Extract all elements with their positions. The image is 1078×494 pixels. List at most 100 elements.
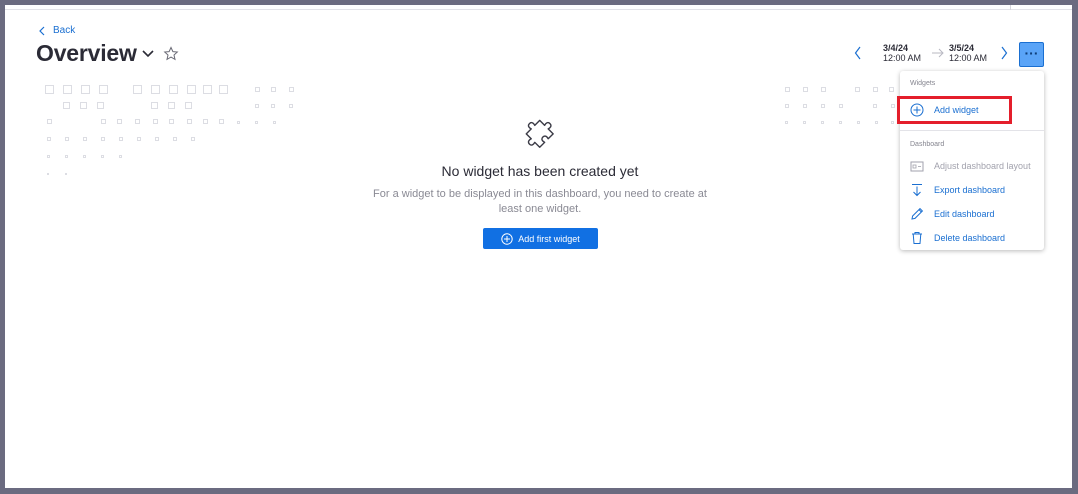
edit-label: Edit dashboard (934, 209, 995, 219)
decorative-square (187, 119, 192, 124)
decorative-square (785, 121, 788, 124)
decorative-square (255, 121, 258, 124)
timeframe-prev-button[interactable] (851, 45, 865, 61)
decorative-square (97, 102, 104, 109)
add-widget-label: Add widget (934, 105, 979, 115)
decorative-square (119, 155, 122, 158)
decorative-square (99, 85, 108, 94)
layout-icon (910, 161, 924, 172)
title-row: Overview (36, 40, 179, 67)
decorative-square (169, 119, 174, 124)
decorative-square (191, 137, 195, 141)
trash-icon (912, 232, 922, 244)
decorative-square (47, 137, 51, 141)
decorative-square (65, 155, 68, 158)
delete-label: Delete dashboard (934, 233, 1006, 243)
decorative-square (873, 104, 877, 108)
decorative-square (173, 137, 177, 141)
decorative-square (153, 119, 158, 124)
top-divider (5, 9, 1072, 10)
empty-state-title: No widget has been created yet (441, 163, 639, 179)
timeframe-to[interactable]: 3/5/24 12:00 AM (949, 43, 991, 63)
decorative-square (785, 104, 789, 108)
decorative-square (65, 173, 67, 175)
menu-item-edit[interactable]: Edit dashboard (910, 205, 1036, 223)
decorative-square (803, 87, 808, 92)
decorative-square (271, 87, 276, 92)
adjust-layout-label: Adjust dashboard layout (934, 161, 1031, 171)
dashboard-actions-menu: Widgets Add widget Dashboard Adjust dash… (897, 71, 1044, 250)
to-time: 12:00 AM (949, 53, 988, 63)
decorative-square (151, 102, 158, 109)
puzzle-icon (525, 119, 554, 148)
decorative-square (81, 85, 90, 94)
back-label: Back (53, 25, 76, 36)
arrow-right-icon (932, 48, 944, 58)
decorative-square (889, 87, 894, 92)
decorative-square (135, 119, 140, 124)
chevron-left-icon (39, 26, 45, 35)
add-first-widget-label: Add first widget (518, 233, 580, 244)
chevron-left-icon (854, 46, 861, 60)
decorative-square (101, 155, 104, 158)
pencil-icon (911, 207, 924, 220)
decorative-square (255, 104, 259, 108)
top-divider-tick (1010, 5, 1011, 10)
more-icon: ··· (1024, 44, 1039, 61)
decorative-square (45, 85, 54, 94)
menu-item-export[interactable]: Export dashboard (910, 181, 1036, 199)
decorative-square (219, 119, 224, 124)
page-title: Overview (36, 40, 137, 66)
decorative-square (785, 87, 790, 92)
decorative-square (891, 121, 894, 124)
star-icon[interactable] (163, 45, 179, 62)
decorative-square (63, 85, 72, 94)
decorative-square (803, 104, 807, 108)
back-link[interactable]: Back (38, 25, 75, 36)
decorative-square (63, 102, 70, 109)
decorative-square (155, 137, 159, 141)
menu-item-add-widget[interactable]: Add widget (910, 101, 1036, 119)
to-date: 3/5/24 (949, 43, 975, 53)
chevron-right-icon (1001, 46, 1008, 60)
decorative-square (203, 119, 208, 124)
timeframe-from[interactable]: 3/4/24 12:00 AM (883, 43, 925, 63)
decorative-square (169, 85, 178, 94)
decorative-square (271, 104, 275, 108)
decorative-square (289, 104, 293, 108)
menu-item-adjust-layout: Adjust dashboard layout (910, 157, 1036, 175)
menu-divider (900, 130, 1044, 131)
decorative-square (83, 155, 86, 158)
decorative-square (101, 119, 106, 124)
from-date: 3/4/24 (883, 43, 909, 53)
menu-section-dashboard: Dashboard (910, 141, 945, 148)
empty-state-description: For a widget to be displayed in this das… (373, 188, 707, 215)
more-options-button[interactable]: ··· (1019, 42, 1044, 67)
decorative-square (47, 119, 52, 124)
decorative-square (83, 137, 87, 141)
decorative-square (185, 102, 192, 109)
decorative-square (821, 87, 826, 92)
add-first-widget-button[interactable]: Add first widget (483, 228, 598, 249)
timeframe-next-button[interactable] (997, 45, 1011, 61)
decorative-square (839, 104, 843, 108)
decorative-square (821, 104, 825, 108)
decorative-square (273, 121, 276, 124)
decorative-square (821, 121, 824, 124)
decorative-square (891, 104, 895, 108)
timeframe-selector: 3/4/24 12:00 AM 3/5/24 12:00 AM (851, 43, 1011, 63)
decorative-square (119, 137, 123, 141)
decorative-square (65, 137, 69, 141)
plus-circle-icon (501, 232, 513, 245)
decorative-square (137, 137, 141, 141)
decorative-square (203, 85, 212, 94)
decorative-square (133, 85, 142, 94)
decorative-square (151, 85, 160, 94)
menu-item-delete[interactable]: Delete dashboard (910, 229, 1036, 247)
chevron-down-icon[interactable] (141, 49, 155, 59)
decorative-square (187, 85, 196, 94)
decorative-square (117, 119, 122, 124)
decorative-square (237, 121, 240, 124)
export-label: Export dashboard (934, 185, 1006, 195)
decorative-square (168, 102, 175, 109)
